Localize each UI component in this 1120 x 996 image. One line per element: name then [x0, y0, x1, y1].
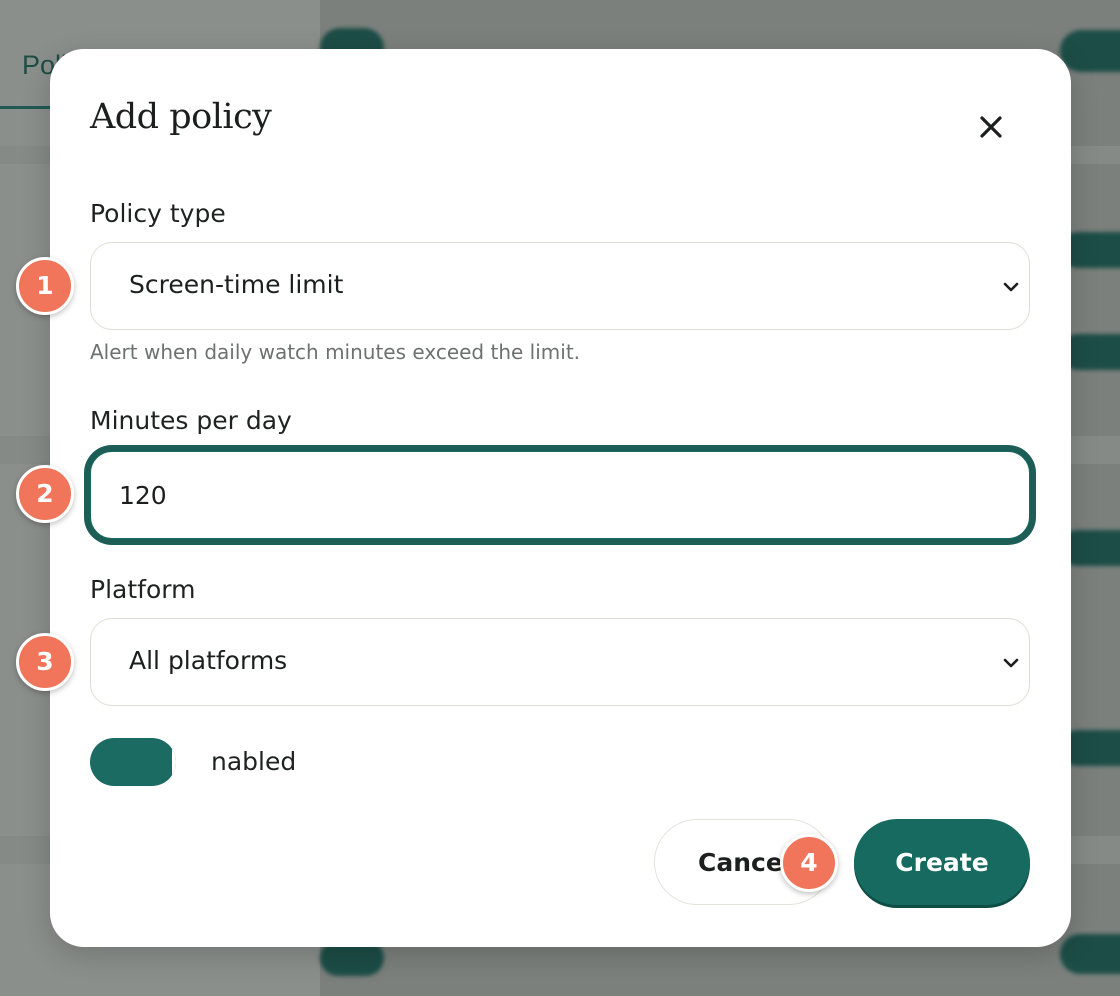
step-marker-4: 4	[780, 834, 838, 892]
enabled-toggle[interactable]	[90, 738, 176, 786]
policy-type-helper: Alert when daily watch minutes exceed th…	[90, 340, 581, 364]
platform-value: All platforms	[129, 646, 288, 675]
enabled-toggle-label: nabled	[211, 747, 297, 776]
policy-type-select[interactable]: Screen-time limit	[90, 242, 1030, 330]
policy-type-value: Screen-time limit	[129, 270, 344, 299]
policy-type-label: Policy type	[90, 199, 226, 228]
toggle-notch	[172, 741, 176, 783]
background-button	[1060, 30, 1120, 72]
minutes-per-day-input[interactable]	[90, 451, 1030, 539]
close-icon	[980, 116, 1002, 138]
close-button[interactable]	[970, 106, 1012, 148]
platform-label: Platform	[90, 575, 196, 604]
add-policy-dialog: Add policy Policy type Screen-time limit…	[50, 49, 1071, 947]
create-button[interactable]: Create	[854, 819, 1030, 905]
step-marker-2: 2	[16, 465, 74, 523]
background-button	[1060, 934, 1120, 974]
chevron-down-icon	[1003, 282, 1019, 292]
step-marker-1: 1	[16, 257, 74, 315]
step-marker-3: 3	[16, 633, 74, 691]
dialog-title: Add policy	[90, 97, 272, 137]
minutes-label: Minutes per day	[90, 406, 292, 435]
platform-select[interactable]: All platforms	[90, 618, 1030, 706]
chevron-down-icon	[1003, 658, 1019, 668]
